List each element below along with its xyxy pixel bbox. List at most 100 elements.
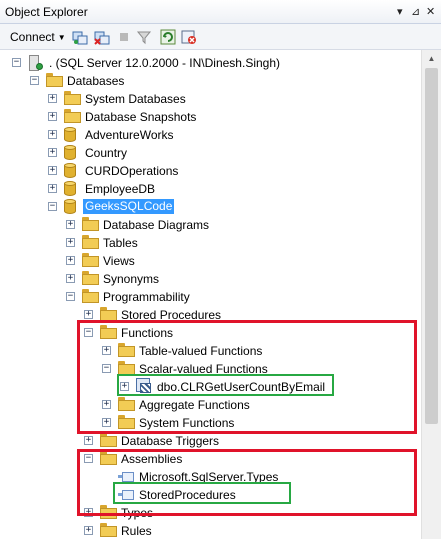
database-icon [64, 127, 76, 142]
stop-icon[interactable] [116, 29, 132, 45]
object-explorer-tree: − . (SQL Server 12.0.2000 - IN\Dinesh.Sin… [0, 50, 421, 539]
tree-node-label: . (SQL Server 12.0.2000 - IN\Dinesh.Sing… [49, 56, 280, 70]
expand-icon[interactable]: + [102, 418, 111, 427]
collapse-icon[interactable]: − [48, 202, 57, 211]
tree-node-programmability[interactable]: − Programmability [0, 288, 421, 306]
collapse-icon[interactable]: − [66, 292, 75, 301]
scalar-function-icon [136, 378, 152, 394]
tree-node-database-diagrams[interactable]: + Database Diagrams [0, 216, 421, 234]
collapse-icon[interactable]: − [84, 328, 93, 337]
folder-icon [82, 217, 99, 231]
tree-node-db-adventureworks[interactable]: + AdventureWorks [0, 126, 421, 144]
close-icon[interactable]: ✕ [426, 5, 435, 18]
tree-node-scalar-valued-functions[interactable]: − Scalar-valued Functions [0, 360, 421, 378]
expand-icon[interactable]: + [66, 220, 75, 229]
expand-icon[interactable]: + [120, 382, 129, 391]
folder-icon [100, 307, 117, 321]
expand-icon[interactable]: + [84, 436, 93, 445]
expand-icon[interactable]: + [48, 184, 57, 193]
filter-icon[interactable] [136, 29, 152, 45]
folder-icon [100, 451, 117, 465]
object-explorer-toolbar: Connect ▼ [0, 24, 441, 50]
window-position-dropdown-icon[interactable]: ▾ [397, 5, 403, 18]
expand-icon[interactable]: + [84, 310, 93, 319]
tree-node-db-geekssqlcode[interactable]: − GeeksSQLCode [0, 198, 421, 216]
panel-title: Object Explorer [5, 5, 88, 19]
tree-node-label: Aggregate Functions [139, 398, 250, 412]
tree-node-label: Scalar-valued Functions [139, 362, 268, 376]
tree-node-aggregate-functions[interactable]: + Aggregate Functions [0, 396, 421, 414]
disconnect-icon[interactable] [94, 29, 110, 45]
connect-button[interactable]: Connect ▼ [10, 30, 66, 44]
tree-node-label: System Functions [139, 416, 235, 430]
expand-icon[interactable]: + [102, 346, 111, 355]
tree-node-label: Microsoft.SqlServer.Types [139, 470, 279, 484]
folder-icon [118, 397, 135, 411]
tree-node-db-country[interactable]: + Country [0, 144, 421, 162]
folder-icon [100, 505, 117, 519]
tree-node-database-triggers[interactable]: + Database Triggers [0, 432, 421, 450]
tree-node-label: Functions [121, 326, 174, 340]
expand-icon[interactable]: + [48, 94, 57, 103]
database-icon [64, 181, 76, 196]
expand-icon[interactable]: + [66, 238, 75, 247]
tree-node-views[interactable]: + Views [0, 252, 421, 270]
collapse-icon[interactable]: − [84, 454, 93, 463]
expand-icon[interactable]: + [66, 256, 75, 265]
connect-label: Connect [10, 30, 55, 44]
tree-node-fn-clrgetusercountbyemail[interactable]: + dbo.CLRGetUserCountByEmail [0, 378, 421, 396]
pin-icon[interactable]: ⊿ [411, 5, 420, 18]
tree-node-label: Database Diagrams [103, 218, 210, 232]
folder-icon [46, 73, 63, 87]
folder-icon [82, 289, 99, 303]
tree-node-databases[interactable]: − Databases [0, 72, 421, 90]
tree-node-label: Databases [67, 74, 125, 88]
tree-node-table-valued-functions[interactable]: + Table-valued Functions [0, 342, 421, 360]
tree-node-system-functions[interactable]: + System Functions [0, 414, 421, 432]
collapse-icon[interactable]: − [12, 58, 21, 67]
tree-node-rules[interactable]: + Rules [0, 522, 421, 539]
tree-node-asm-microsoft-sqlserver-types[interactable]: Microsoft.SqlServer.Types [0, 468, 421, 486]
tree-node-label: Stored Procedures [121, 308, 222, 322]
collapse-icon[interactable]: − [102, 364, 111, 373]
expand-icon[interactable]: + [84, 508, 93, 517]
tree-node-functions[interactable]: − Functions [0, 324, 421, 342]
tree-node-stored-procedures[interactable]: + Stored Procedures [0, 306, 421, 324]
expand-icon[interactable]: + [66, 274, 75, 283]
tree-node-asm-storedprocedures[interactable]: StoredProcedures [0, 486, 421, 504]
folder-icon [64, 109, 81, 123]
expand-icon[interactable]: + [48, 148, 57, 157]
tree-node-server[interactable]: − . (SQL Server 12.0.2000 - IN\Dinesh.Sin… [0, 54, 421, 72]
activity-monitor-icon[interactable] [181, 29, 197, 45]
tree-node-label: CURDOperations [85, 164, 179, 178]
folder-icon [82, 271, 99, 285]
tree-node-database-snapshots[interactable]: + Database Snapshots [0, 108, 421, 126]
tree-node-system-databases[interactable]: + System Databases [0, 90, 421, 108]
refresh-icon[interactable] [160, 29, 176, 45]
tree-node-label: Tables [103, 236, 138, 250]
tree-node-types[interactable]: + Types [0, 504, 421, 522]
scrollbar-thumb[interactable] [425, 68, 438, 424]
collapse-icon[interactable]: − [30, 76, 39, 85]
tree-node-db-curdoperations[interactable]: + CURDOperations [0, 162, 421, 180]
folder-icon [118, 343, 135, 357]
tree-node-synonyms[interactable]: + Synonyms [0, 270, 421, 288]
tree-node-db-employeedb[interactable]: + EmployeeDB [0, 180, 421, 198]
tree-node-assemblies[interactable]: − Assemblies [0, 450, 421, 468]
tree-node-label: Views [103, 254, 135, 268]
expand-icon[interactable]: + [48, 166, 57, 175]
database-icon [64, 163, 76, 178]
database-icon [64, 145, 76, 160]
tree-node-tables[interactable]: + Tables [0, 234, 421, 252]
tree-node-label: Programmability [103, 290, 190, 304]
vertical-scrollbar[interactable]: ▲ [421, 50, 441, 539]
tree-node-label: Database Snapshots [85, 110, 197, 124]
expand-icon[interactable]: + [48, 112, 57, 121]
tree-node-label: Database Triggers [121, 434, 220, 448]
expand-icon[interactable]: + [48, 130, 57, 139]
scroll-up-arrow-icon[interactable]: ▲ [422, 50, 441, 67]
folder-icon [82, 235, 99, 249]
connect-object-explorer-icon[interactable] [72, 29, 88, 45]
expand-icon[interactable]: + [84, 526, 93, 535]
expand-icon[interactable]: + [102, 400, 111, 409]
